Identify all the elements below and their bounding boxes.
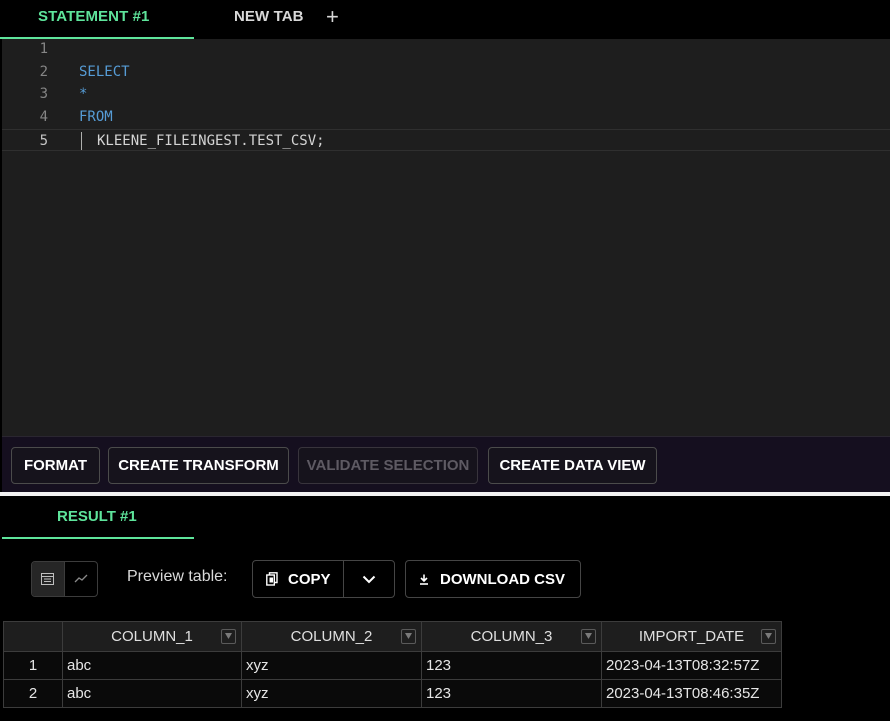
tab-statement-1[interactable]: STATEMENT #1 xyxy=(0,0,194,39)
chart-view-button[interactable] xyxy=(65,562,98,596)
filter-icon[interactable] xyxy=(221,629,236,644)
code-keyword: SELECT xyxy=(79,64,130,80)
tab-new-label: NEW TAB xyxy=(234,8,304,25)
validate-selection-button[interactable]: VALIDATE SELECTION xyxy=(298,447,478,484)
filter-icon[interactable] xyxy=(401,629,416,644)
column-header[interactable]: COLUMN_2 xyxy=(241,621,422,652)
editor-line: 2 SELECT xyxy=(2,61,890,83)
sql-editor[interactable]: 1 2 SELECT 3 * 4 FROM 5 KLEENE_FILEINGES… xyxy=(2,39,890,436)
create-transform-button[interactable]: CREATE TRANSFORM xyxy=(108,447,289,484)
column-header-label: COLUMN_3 xyxy=(470,628,553,645)
table-header-row: COLUMN_1 COLUMN_2 COLUMN_3 IMPORT_DATE xyxy=(3,621,782,652)
table-view-button[interactable] xyxy=(32,562,65,596)
editor-line: 4 FROM xyxy=(2,106,890,128)
table-cell[interactable]: 2023-04-13T08:46:35Z xyxy=(601,679,782,708)
view-toggle xyxy=(31,561,98,597)
editor-toolbar: FORMAT CREATE TRANSFORM VALIDATE SELECTI… xyxy=(2,436,890,492)
table-cell[interactable]: abc xyxy=(62,679,242,708)
row-number-header xyxy=(3,621,63,652)
line-number: 1 xyxy=(39,41,48,57)
copy-icon xyxy=(266,572,278,586)
table-cell[interactable]: xyz xyxy=(241,651,422,680)
preview-table-label: Preview table: xyxy=(127,568,228,585)
column-header[interactable]: COLUMN_3 xyxy=(421,621,602,652)
column-header[interactable]: COLUMN_1 xyxy=(62,621,242,652)
table-cell[interactable]: 123 xyxy=(421,651,602,680)
editor-line: 1 xyxy=(2,38,890,60)
code-identifier: KLEENE_FILEINGEST.TEST_CSV; xyxy=(97,133,325,149)
editor-current-line: 5 KLEENE_FILEINGEST.TEST_CSV; xyxy=(2,129,890,151)
tab-result-1-label: RESULT #1 xyxy=(57,508,137,525)
result-table: COLUMN_1 COLUMN_2 COLUMN_3 IMPORT_DATE 1… xyxy=(3,621,782,708)
row-number: 2 xyxy=(3,679,63,708)
column-header-label: COLUMN_2 xyxy=(290,628,373,645)
code-operator: * xyxy=(79,86,88,102)
column-header[interactable]: IMPORT_DATE xyxy=(601,621,782,652)
filter-icon[interactable] xyxy=(581,629,596,644)
line-number: 3 xyxy=(39,86,48,102)
statement-tabbar: STATEMENT #1 NEW TAB + xyxy=(0,0,890,39)
copy-button-label: COPY xyxy=(288,570,331,588)
download-csv-button[interactable]: DOWNLOAD CSV xyxy=(405,560,581,598)
download-csv-label: DOWNLOAD CSV xyxy=(440,570,565,588)
table-icon xyxy=(41,573,55,585)
tab-statement-1-label: STATEMENT #1 xyxy=(38,8,150,25)
line-number: 5 xyxy=(39,133,48,149)
table-cell[interactable]: xyz xyxy=(241,679,422,708)
column-header-label: IMPORT_DATE xyxy=(638,628,745,645)
table-cell[interactable]: 2023-04-13T08:32:57Z xyxy=(601,651,782,680)
copy-button[interactable]: COPY xyxy=(253,561,344,597)
code-keyword: FROM xyxy=(79,109,113,125)
column-header-label: COLUMN_1 xyxy=(111,628,193,645)
table-row[interactable]: 1 abc xyz 123 2023-04-13T08:32:57Z xyxy=(3,651,782,680)
table-row[interactable]: 2 abc xyz 123 2023-04-13T08:46:35Z xyxy=(3,679,782,708)
copy-options-dropdown[interactable] xyxy=(344,561,394,597)
line-number: 4 xyxy=(39,109,48,125)
tab-result-1[interactable]: RESULT #1 xyxy=(2,496,194,539)
row-number: 1 xyxy=(3,651,63,680)
table-cell[interactable]: 123 xyxy=(421,679,602,708)
table-cell[interactable]: abc xyxy=(62,651,242,680)
copy-button-group: COPY xyxy=(252,560,395,598)
chevron-down-icon xyxy=(362,575,376,583)
format-button[interactable]: FORMAT xyxy=(11,447,100,484)
chart-line-icon xyxy=(74,574,88,583)
editor-line: 3 * xyxy=(2,83,890,105)
text-cursor xyxy=(81,132,82,150)
filter-icon[interactable] xyxy=(761,629,776,644)
add-tab-icon[interactable]: + xyxy=(326,6,339,28)
download-icon xyxy=(420,574,428,585)
line-number: 2 xyxy=(39,64,48,80)
create-data-view-button[interactable]: CREATE DATA VIEW xyxy=(488,447,657,484)
